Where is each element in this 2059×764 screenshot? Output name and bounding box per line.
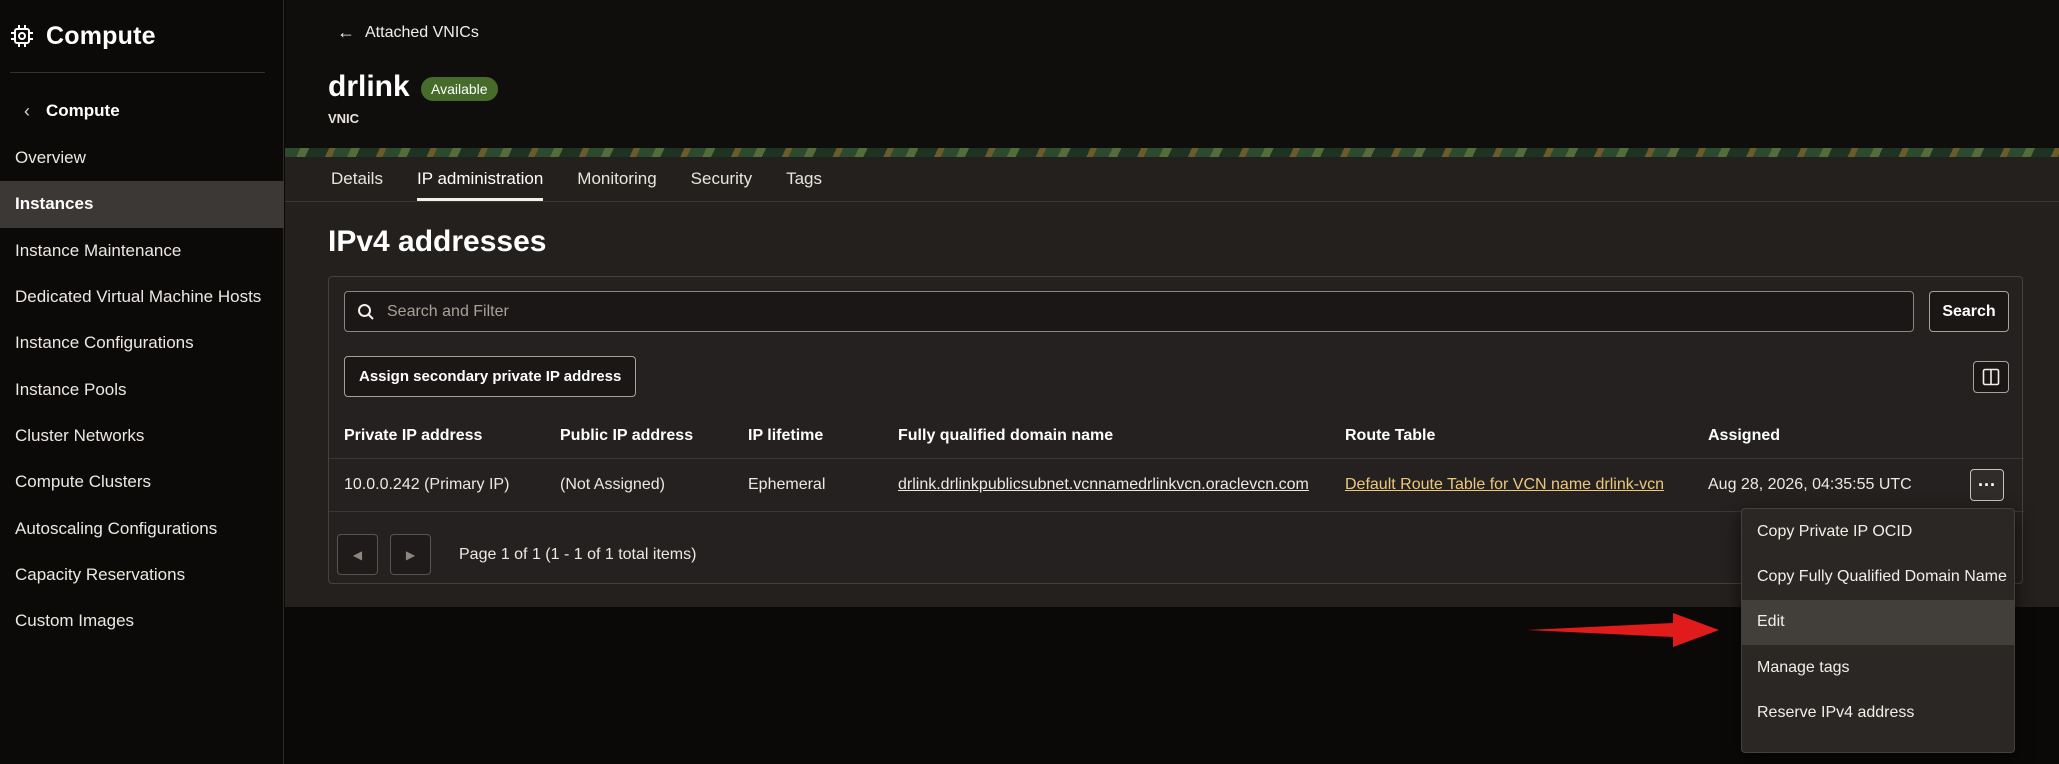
column-header-private-ip[interactable]: Private IP address <box>344 414 482 458</box>
column-settings-button[interactable] <box>1973 361 2009 393</box>
sidebar-item-capacity-reservations[interactable]: Capacity Reservations <box>0 552 284 598</box>
resource-type-label: VNIC <box>328 111 360 126</box>
sidebar-divider <box>10 72 265 73</box>
search-icon <box>358 303 374 320</box>
columns-icon <box>1982 368 2000 386</box>
row-actions-menu: Copy Private IP OCID Copy Fully Qualifie… <box>1741 508 2015 753</box>
cell-ip-lifetime: Ephemeral <box>748 476 826 493</box>
status-badge: Available <box>421 77 498 101</box>
menu-item-copy-private-ip-ocid[interactable]: Copy Private IP OCID <box>1742 509 2014 554</box>
menu-item-manage-tags[interactable]: Manage tags <box>1742 645 2014 690</box>
sidebar-title: Compute <box>46 21 156 50</box>
chevron-left-icon: ‹ <box>24 100 30 121</box>
next-page-button[interactable]: ▶ <box>390 534 431 575</box>
sidebar-item-overview[interactable]: Overview <box>0 135 284 181</box>
attached-vnics-back-link[interactable]: ← Attached VNICs <box>337 22 479 43</box>
tabs-divider <box>285 201 2059 202</box>
cell-private-ip: 10.0.0.242 (Primary IP) <box>344 476 510 493</box>
menu-item-edit[interactable]: Edit <box>1742 599 2014 646</box>
tab-ip-administration[interactable]: IP administration <box>416 157 544 201</box>
sidebar-item-cluster-networks[interactable]: Cluster Networks <box>0 413 284 459</box>
column-header-public-ip[interactable]: Public IP address <box>560 414 693 458</box>
page-title: drlink <box>328 70 410 103</box>
caret-right-icon: ▶ <box>405 547 416 562</box>
sidebar-item-instance-maintenance[interactable]: Instance Maintenance <box>0 228 284 274</box>
table-header: Private IP address Public IP address IP … <box>329 414 2024 458</box>
tab-details[interactable]: Details <box>331 157 383 201</box>
sidebar-item-dedicated-vm-hosts[interactable]: Dedicated Virtual Machine Hosts <box>0 274 284 320</box>
sidebar-item-instance-configurations[interactable]: Instance Configurations <box>0 320 284 366</box>
route-table-link[interactable]: Default Route Table for VCN name drlink-… <box>1345 459 1664 511</box>
sidebar-header: Compute <box>0 0 284 72</box>
sidebar-back-label: Compute <box>46 101 120 120</box>
caret-left-icon: ◀ <box>352 547 363 562</box>
column-header-route-table[interactable]: Route Table <box>1345 414 1435 458</box>
sidebar-item-instances[interactable]: Instances <box>0 181 284 228</box>
menu-item-reserve-ipv4[interactable]: Reserve IPv4 address <box>1742 691 2014 736</box>
assign-secondary-ip-button[interactable]: Assign secondary private IP address <box>344 356 637 397</box>
row-actions-button[interactable]: ··· <box>1970 469 2004 501</box>
column-header-fqdn[interactable]: Fully qualified domain name <box>898 414 1113 458</box>
previous-page-button[interactable]: ◀ <box>337 534 378 575</box>
section-title: IPv4 addresses <box>328 225 547 258</box>
menu-item-copy-fqdn[interactable]: Copy Fully Qualified Domain Name <box>1742 554 2014 599</box>
search-input[interactable] <box>387 302 1787 321</box>
cell-public-ip: (Not Assigned) <box>560 476 665 493</box>
search-field[interactable] <box>344 291 1914 332</box>
sidebar-item-instance-pools[interactable]: Instance Pools <box>0 366 284 412</box>
sidebar-item-custom-images[interactable]: Custom Images <box>0 598 284 644</box>
arrow-left-icon: ← <box>337 22 355 42</box>
column-header-assigned[interactable]: Assigned <box>1708 414 1780 458</box>
tab-monitoring[interactable]: Monitoring <box>577 157 656 201</box>
column-header-ip-lifetime[interactable]: IP lifetime <box>748 414 823 458</box>
sidebar-back-link[interactable]: ‹ Compute <box>0 92 284 130</box>
search-button[interactable]: Search <box>1929 291 2009 332</box>
more-options-icon: ··· <box>1978 474 1996 495</box>
tab-tags[interactable]: Tags <box>786 157 822 201</box>
compute-chip-icon <box>11 25 33 47</box>
tab-security[interactable]: Security <box>691 157 752 201</box>
back-link-label: Attached VNICs <box>365 23 479 41</box>
decorative-banner <box>285 148 2059 157</box>
sidebar-item-compute-clusters[interactable]: Compute Clusters <box>0 459 284 505</box>
pagination: ◀ ▶ Page 1 of 1 (1 - 1 of 1 total items) <box>337 534 696 575</box>
tab-bar: Details IP administration Monitoring Sec… <box>331 157 856 201</box>
pagination-status: Page 1 of 1 (1 - 1 of 1 total items) <box>459 545 697 563</box>
sidebar-nav: Overview Instances Instance Maintenance … <box>0 135 284 644</box>
resource-header: ← Attached VNICs drlink Available VNIC <box>285 0 2059 148</box>
red-arrow-annotation <box>1527 613 1719 647</box>
sidebar: Compute ‹ Compute Overview Instances Ins… <box>0 0 284 764</box>
cell-fqdn[interactable]: drlink.drlinkpublicsubnet.vcnnamedrlinkv… <box>898 459 1309 511</box>
cell-assigned: Aug 28, 2026, 04:35:55 UTC <box>1708 476 1912 493</box>
table-row: 10.0.0.242 (Primary IP) (Not Assigned) E… <box>329 459 2024 511</box>
sidebar-item-autoscaling-configurations[interactable]: Autoscaling Configurations <box>0 505 284 551</box>
